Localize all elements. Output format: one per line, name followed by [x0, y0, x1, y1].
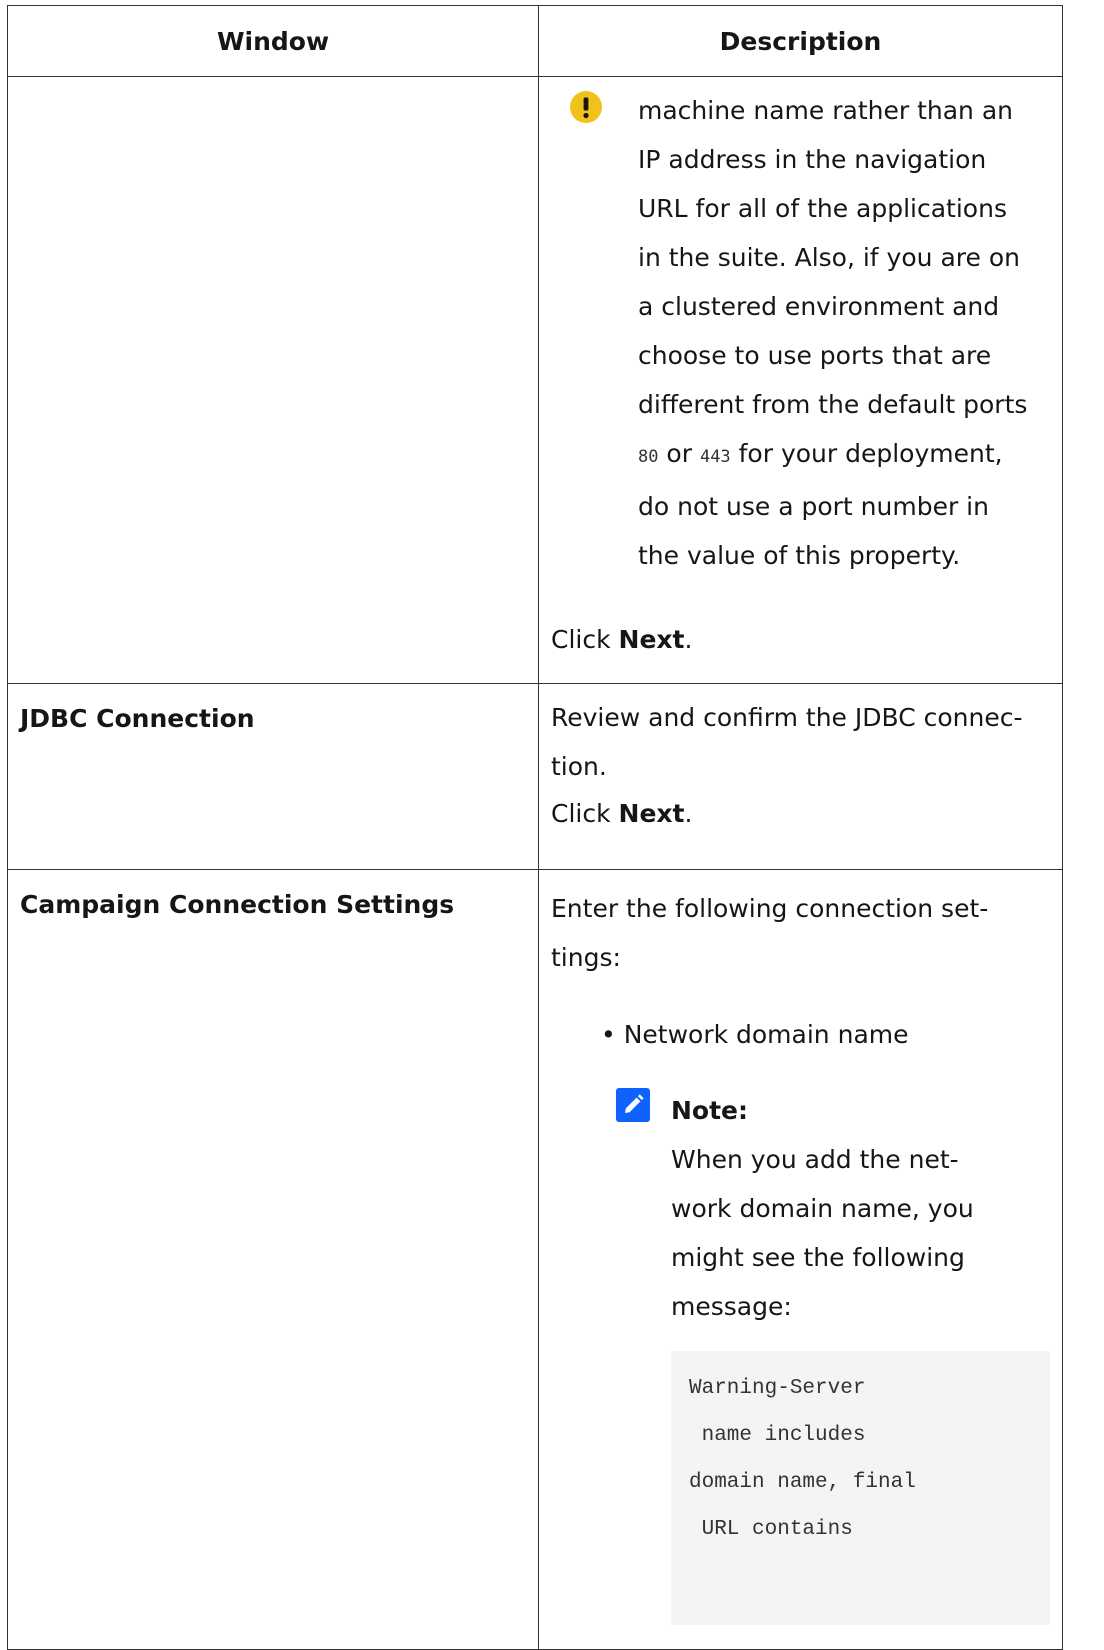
click-next-instruction: Click Next. [551, 794, 1050, 834]
important-line: different from the default ports [638, 390, 1028, 419]
important-line: do not use a port number in [638, 492, 989, 521]
code-block: Warning-Server name includes domain name,… [671, 1351, 1050, 1625]
window-cell: Campaign Connection Settings [7, 869, 539, 1650]
important-line-ports: 80 or 443 for your deployment, [638, 429, 1050, 482]
important-line: a clustered environment and [638, 292, 1000, 321]
port-tail-text: for your deployment, [730, 439, 1003, 468]
code-line: Warning-Server [689, 1377, 866, 1400]
window-label: JDBC Connection [20, 704, 255, 733]
pencil-note-icon [616, 1088, 650, 1122]
description-line: tings: [551, 943, 621, 972]
table-row: Campaign Connection Settings Enter the f… [7, 869, 1063, 1650]
table-row: machine name rather than an IP address i… [7, 76, 1063, 684]
note-line: work domain name, you [671, 1194, 974, 1223]
column-header-window: Window [7, 5, 539, 77]
window-label: Campaign Connection Settings [20, 890, 455, 919]
table-header-row: Window Description [7, 5, 1063, 77]
click-suffix: . [684, 625, 693, 654]
description-cell: Review and confirm the JDBC connec- tion… [538, 683, 1063, 870]
next-keyword: Next [618, 625, 685, 654]
code-line: URL contains [689, 1518, 853, 1541]
table-row: JDBC Connection Review and confirm the J… [7, 683, 1063, 870]
important-line: machine name rather than an [638, 96, 1013, 125]
port-or-text: or [658, 439, 700, 468]
description-line: Review and confirm the JDBC connec- [551, 703, 1023, 732]
important-line: in the suite. Also, if you are on [638, 243, 1020, 272]
click-next-instruction: Click Next. [551, 615, 1050, 667]
click-suffix: . [684, 799, 693, 828]
port-443-code: 443 [699, 447, 731, 467]
description-cell: Enter the following connection set- ting… [538, 869, 1063, 1650]
description-cell: machine name rather than an IP address i… [538, 76, 1063, 684]
note-title: Note: [671, 1096, 749, 1125]
code-line: name includes [689, 1424, 866, 1447]
description-line: tion. [551, 752, 607, 781]
window-cell: JDBC Connection [7, 683, 539, 870]
important-exclamation-icon [570, 91, 602, 123]
important-line: the value of this property. [638, 541, 961, 570]
important-line: URL for all of the applications [638, 194, 1007, 223]
click-prefix: Click [551, 799, 619, 828]
documentation-table: Window Description machine name rather t [7, 5, 1063, 1650]
window-label [8, 77, 538, 97]
port-80-code: 80 [638, 447, 659, 467]
important-line: choose to use ports that are [638, 341, 992, 370]
code-line: domain name, final [689, 1471, 916, 1494]
next-keyword: Next [618, 799, 685, 828]
note-line: might see the following [671, 1243, 965, 1272]
note: Note: When you add the net- work domain … [551, 1086, 1050, 1331]
description-line: Enter the following connection set- [551, 894, 989, 923]
important-note: machine name rather than an IP address i… [551, 77, 1050, 580]
list-item: • Network domain name [601, 1020, 909, 1049]
click-prefix: Click [551, 625, 619, 654]
column-header-description: Description [538, 5, 1063, 77]
window-cell [7, 76, 539, 684]
note-line: When you add the net- [671, 1145, 959, 1174]
important-line: IP address in the navigation [638, 145, 987, 174]
note-line: message: [671, 1292, 792, 1321]
